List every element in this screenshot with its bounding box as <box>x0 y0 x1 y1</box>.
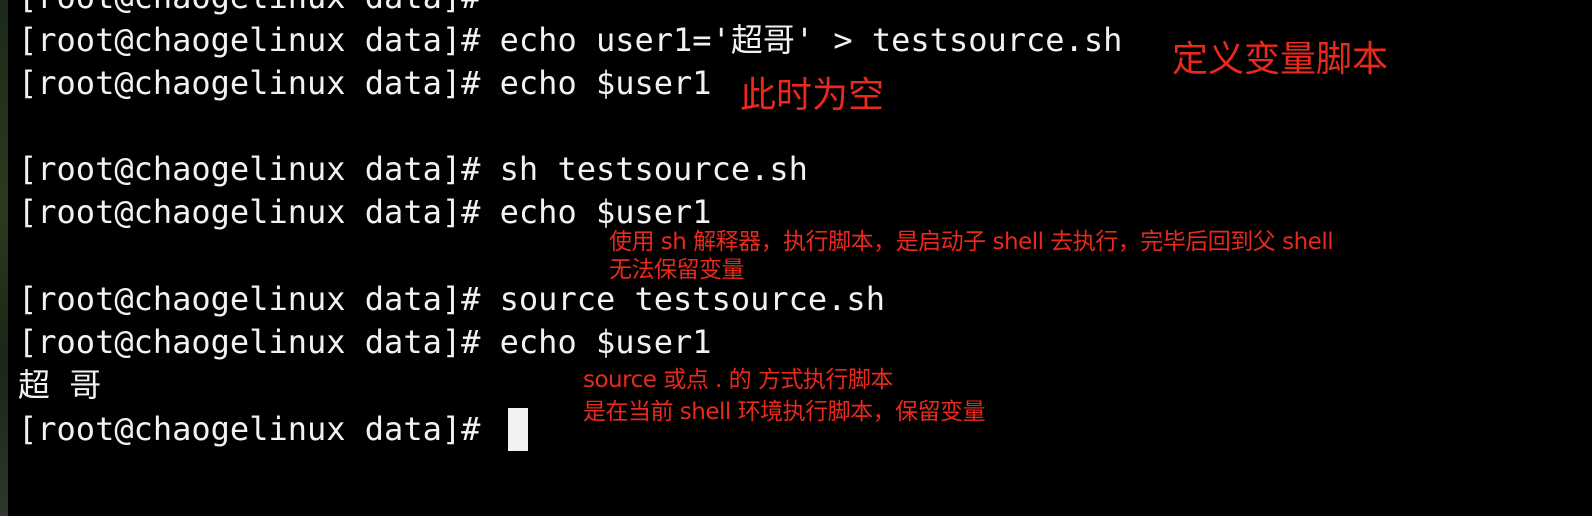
terminal-line-partial: [root@chaogelinux data]# <box>18 0 500 19</box>
command-output: 超 哥 <box>18 366 102 404</box>
annotation-sh-note-2: 无法保留变量 <box>609 257 745 283</box>
prompt: [root@chaogelinux data]# <box>18 21 481 59</box>
terminal-line: [root@chaogelinux data]# echo $user1 <box>18 62 712 105</box>
command: echo user1='超哥' > testsource.sh <box>499 21 1123 59</box>
annotation-source-note-2: 是在当前 shell 环境执行脚本，保留变量 <box>583 399 986 425</box>
terminal-line: [root@chaogelinux data]# echo $user1 <box>18 321 712 364</box>
command: sh testsource.sh <box>499 150 808 188</box>
terminal-line: [root@chaogelinux data]# sh testsource.s… <box>18 148 808 191</box>
prompt: [root@chaogelinux data]# <box>18 280 481 318</box>
terminal-line: [root@chaogelinux data]# echo user1='超哥'… <box>18 19 1122 62</box>
terminal-line: [root@chaogelinux data]# source testsour… <box>18 278 885 321</box>
command: echo $user1 <box>499 323 712 361</box>
terminal-line: [root@chaogelinux data]# echo $user1 <box>18 191 712 234</box>
annotation-empty-now: 此时为空 <box>740 75 885 116</box>
annotation-define-script: 定义变量脚本 <box>1172 39 1389 80</box>
terminal-line-current[interactable]: [root@chaogelinux data]# <box>18 408 500 451</box>
command: echo $user1 <box>499 64 712 102</box>
prompt: [root@chaogelinux data]# <box>18 323 481 361</box>
annotation-source-note-1: source 或点 . 的 方式执行脚本 <box>583 367 893 393</box>
prompt: [root@chaogelinux data]# <box>18 64 481 102</box>
prompt: [root@chaogelinux data]# <box>18 410 481 448</box>
prompt: [root@chaogelinux data]# <box>18 193 481 231</box>
terminal-window[interactable]: [root@chaogelinux data]# [root@chaogelin… <box>0 0 1592 516</box>
prompt: [root@chaogelinux data]# <box>18 150 481 188</box>
terminal-cursor <box>508 408 528 451</box>
desktop-edge <box>0 0 8 516</box>
